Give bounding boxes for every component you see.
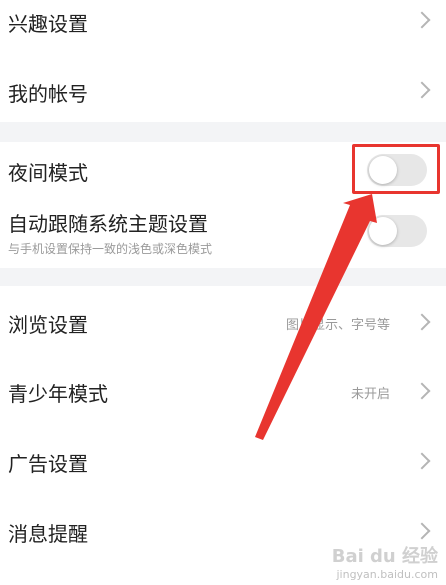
arrow-shape — [255, 194, 377, 440]
annotation-arrow — [255, 194, 377, 440]
watermark: Bai du 经验 jingyan.baidu.com — [332, 542, 438, 581]
watermark-url: jingyan.baidu.com — [336, 568, 438, 581]
watermark-logo: Bai du 经验 — [331, 546, 438, 567]
